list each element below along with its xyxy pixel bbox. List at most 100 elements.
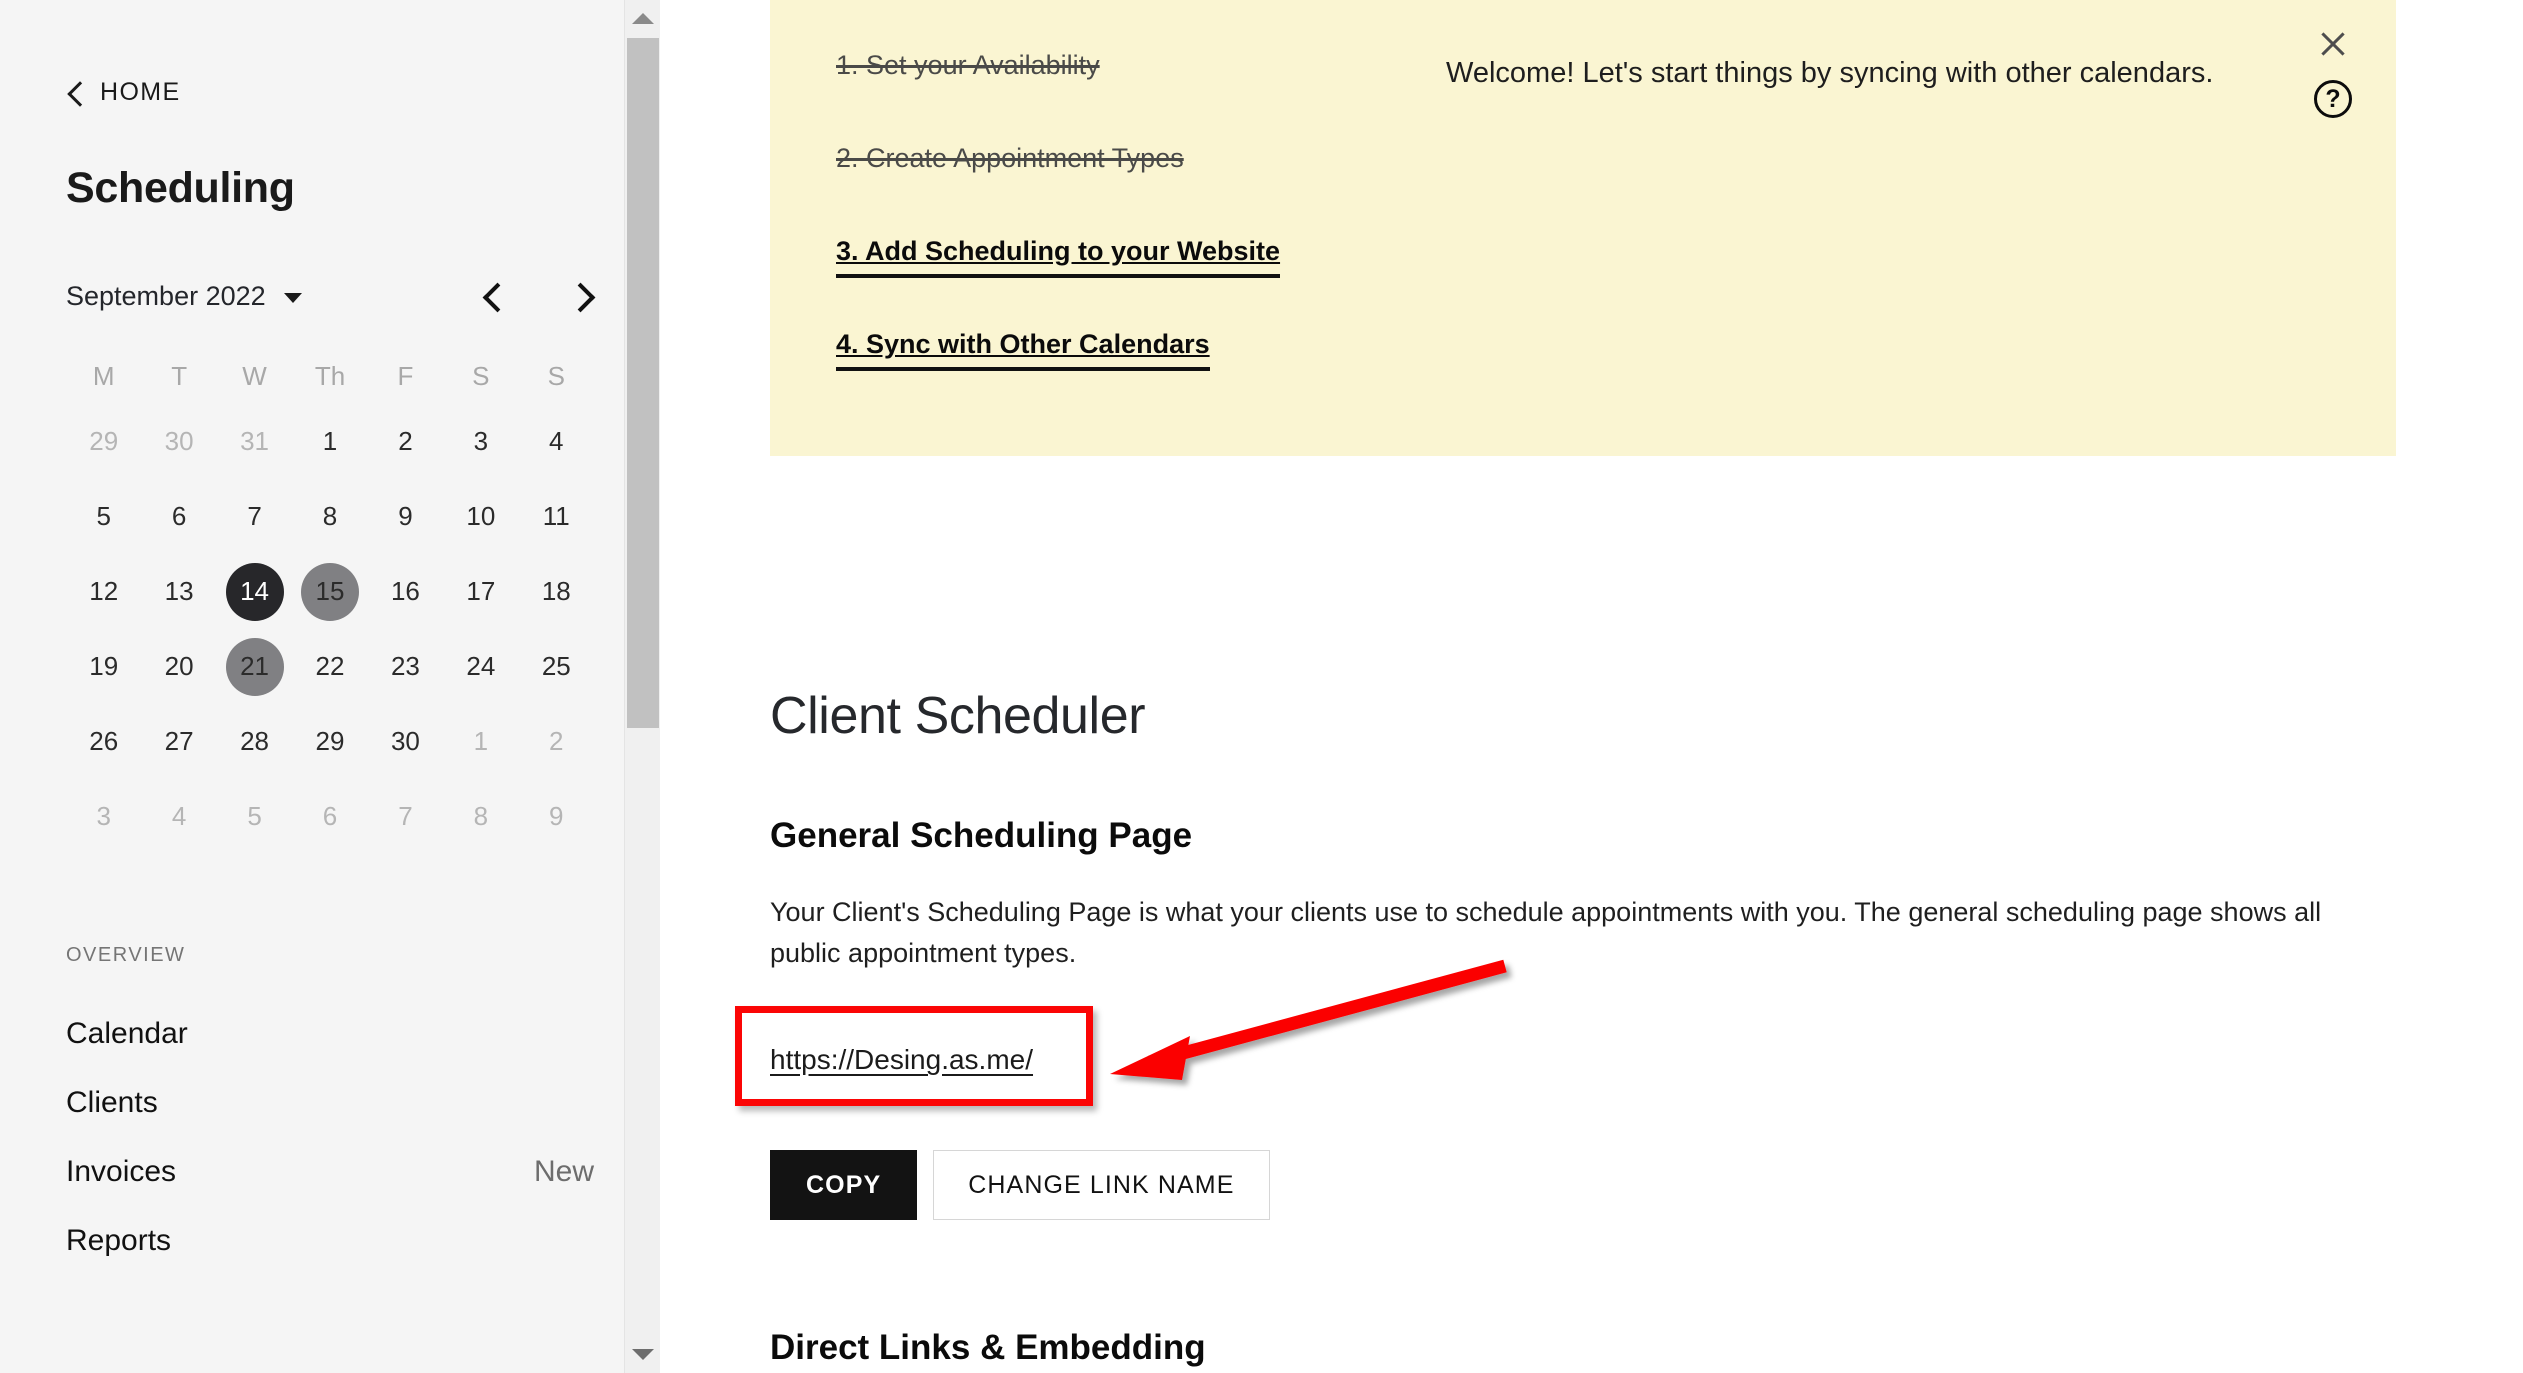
calendar-day[interactable]: 3 [75,788,133,846]
calendar-day[interactable]: 14 [225,562,284,621]
calendar-day[interactable]: 8 [301,488,359,546]
calendar-day[interactable]: 6 [150,488,208,546]
calendar-day[interactable]: 23 [376,638,434,696]
calendar-day[interactable]: 9 [527,788,585,846]
sidebar-item-invoices[interactable]: Invoices New [66,1137,594,1206]
calendar-day-header: Th [314,361,346,391]
calendar-cell: 16 [368,554,443,629]
calendar-day[interactable]: 20 [150,638,208,696]
calendar-day[interactable]: 30 [376,713,434,771]
calendar-day[interactable]: 29 [301,713,359,771]
calendar-day[interactable]: 5 [226,788,284,846]
onboarding-step-3[interactable]: 3. Add Scheduling to your Website [836,238,1281,278]
scroll-up-arrow-icon[interactable] [631,13,654,24]
calendar-day[interactable]: 25 [527,638,585,696]
onboarding-step-1[interactable]: 1. Set your Availability [836,52,1100,79]
onboarding-step-wrapper: 4. Sync with Other Calendars [836,331,1476,424]
calendar-day[interactable]: 29 [75,413,133,471]
calendar-day[interactable]: 7 [226,488,284,546]
calendar-day[interactable]: 28 [226,713,284,771]
calendar-day[interactable]: 24 [452,638,510,696]
calendar-day[interactable]: 10 [452,488,510,546]
calendar-day[interactable]: 2 [376,413,434,471]
calendar-cell: 3 [66,779,141,854]
sidebar: HOME Scheduling September 2022 M T W Th F S S 2… [0,0,660,1373]
calendar-day[interactable]: 22 [301,638,359,696]
prev-month-button[interactable] [480,283,506,309]
sidebar-scrollbar[interactable] [624,0,660,1373]
scheduling-link-zone: https://Desing.as.me/ [735,959,2470,1107]
calendar-cell: 18 [519,554,594,629]
calendar-day[interactable]: 19 [75,638,133,696]
scheduling-page-link[interactable]: https://Desing.as.me/ [770,1044,1033,1076]
calendar-cell: 5 [66,479,141,554]
month-label: September 2022 [66,280,266,311]
overview-section-label: OVERVIEW [66,944,186,966]
calendar-day[interactable]: 12 [75,563,133,621]
copy-button[interactable]: COPY [770,1150,918,1221]
home-back-link[interactable]: HOME [66,78,594,107]
onboarding-step-2[interactable]: 2. Create Appointment Types [836,145,1184,172]
calendar-day[interactable]: 1 [452,713,510,771]
next-month-button[interactable] [568,283,594,309]
scheduler-content: Client Scheduler General Scheduling Page… [735,456,2470,1368]
calendar-day[interactable]: 6 [301,788,359,846]
direct-links-heading: Direct Links & Embedding [770,1328,1206,1368]
calendar-day[interactable]: 26 [75,713,133,771]
chevron-down-icon [283,293,302,303]
scroll-down-arrow-icon[interactable] [631,1349,654,1360]
help-icon[interactable]: ? [2314,80,2352,118]
calendar-cell: 12 [66,554,141,629]
calendar-day[interactable]: 15 [300,562,359,621]
calendar-cell: 29 [66,404,141,479]
calendar-day[interactable]: 9 [376,488,434,546]
calendar-day[interactable]: 11 [527,488,585,546]
calendar-cell: 9 [368,479,443,554]
calendar-day[interactable]: 7 [376,788,434,846]
calendar-day[interactable]: 17 [452,563,510,621]
calendar-cell: 6 [141,479,216,554]
calendar-day[interactable]: 27 [150,713,208,771]
calendar-day[interactable]: 30 [150,413,208,471]
sidebar-item-label: Calendar [66,1016,188,1050]
close-icon[interactable] [2317,28,2349,60]
calendar-day[interactable]: 31 [226,413,284,471]
sidebar-item-clients[interactable]: Clients [66,1068,594,1137]
change-link-name-button[interactable]: CHANGE LINK NAME [933,1150,1270,1221]
calendar-day[interactable]: 5 [75,488,133,546]
calendar-day[interactable]: 2 [527,713,585,771]
calendar-day[interactable]: 16 [376,563,434,621]
sidebar-item-calendar[interactable]: Calendar [66,999,594,1068]
month-selector[interactable]: September 2022 [66,281,302,312]
home-link-label: HOME [100,78,181,106]
calendar-day[interactable]: 1 [301,413,359,471]
calendar-day[interactable]: 3 [452,413,510,471]
calendar-day[interactable]: 21 [225,637,284,696]
calendar-cell: 23 [368,629,443,704]
calendar-day-header: S [472,361,490,391]
calendar-cell: 30 [368,704,443,779]
scrollbar-thumb[interactable] [627,38,659,728]
onboarding-step-4[interactable]: 4. Sync with Other Calendars [836,331,1210,371]
app-root: HOME Scheduling September 2022 M T W Th F S S 2… [0,0,2523,1373]
calendar-cell: 24 [443,629,518,704]
calendar-day[interactable]: 13 [150,563,208,621]
banner-actions: ? [2314,28,2352,118]
page-title: Scheduling [66,164,295,212]
calendar-cell: 8 [443,779,518,854]
calendar-cell: 13 [141,554,216,629]
calendar-day-header: F [397,361,414,391]
calendar-cell: 2 [368,404,443,479]
calendar-cell: 8 [292,479,367,554]
calendar-cell: 17 [443,554,518,629]
calendar-cell: 20 [141,629,216,704]
calendar-cell: 7 [368,779,443,854]
calendar-cell: 22 [292,629,367,704]
calendar-day[interactable]: 8 [452,788,510,846]
calendar-day[interactable]: 4 [527,413,585,471]
calendar-day[interactable]: 4 [150,788,208,846]
sidebar-nav: Calendar Clients Invoices New Reports [66,999,594,1275]
calendar-day[interactable]: 18 [527,563,585,621]
sidebar-item-reports[interactable]: Reports [66,1206,594,1275]
calendar-cell: 10 [443,479,518,554]
